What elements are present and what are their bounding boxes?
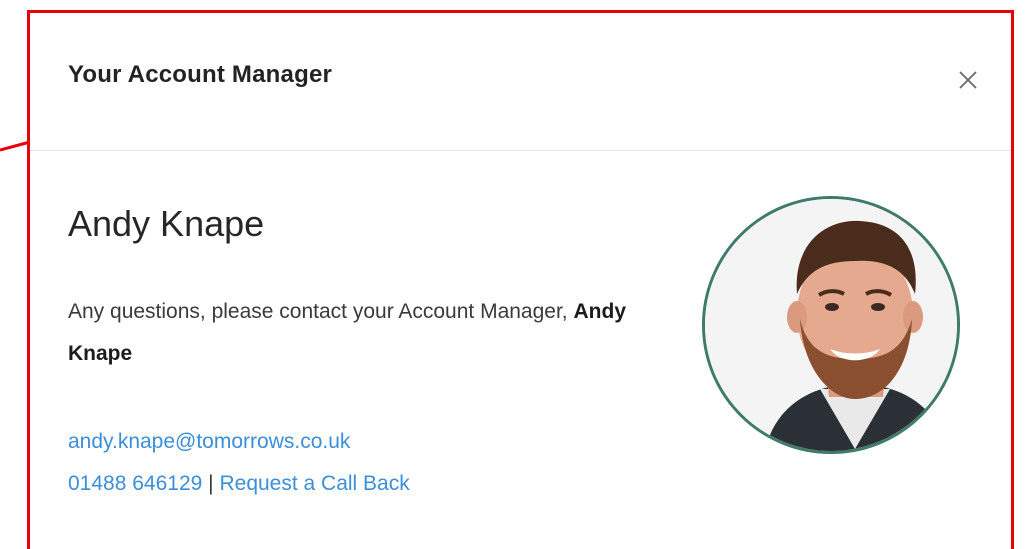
annotation-highlight-frame [27,10,1014,549]
screenshot-stage: Your Account Manager Andy Knape Any ques… [0,0,1025,549]
